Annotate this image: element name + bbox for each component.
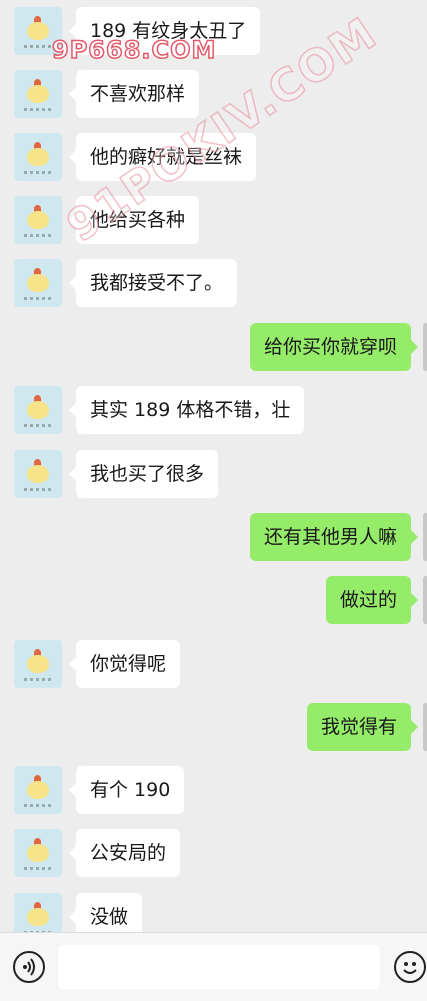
message-bubble-incoming[interactable]: 其实 189 体格不错，壮 (68, 386, 305, 434)
message-row: 还有其他男人嘛 (0, 513, 427, 561)
contact-avatar[interactable] (14, 133, 62, 181)
message-bubble-incoming[interactable]: 有个 190 (68, 766, 185, 814)
message-bubble-incoming[interactable]: 我都接受不了。 (68, 259, 238, 307)
contact-avatar[interactable] (14, 829, 62, 877)
self-avatar-edge (423, 513, 427, 561)
message-row: 我也买了很多 (0, 450, 427, 498)
message-bubble-outgoing[interactable]: 做过的 (325, 576, 419, 624)
message-row: 有个 190 (0, 766, 427, 814)
contact-avatar[interactable] (14, 70, 62, 118)
message-bubble-incoming[interactable]: 你觉得呢 (68, 640, 181, 688)
voice-icon[interactable] (13, 951, 45, 983)
self-avatar-edge (423, 576, 427, 624)
message-bubble-incoming[interactable]: 我也买了很多 (68, 450, 219, 498)
message-row: 我都接受不了。 (0, 259, 427, 307)
message-bubble-incoming[interactable]: 公安局的 (68, 829, 181, 877)
self-avatar-edge (423, 703, 427, 751)
message-bubble-outgoing[interactable]: 还有其他男人嘛 (249, 513, 419, 561)
self-avatar-edge (423, 323, 427, 371)
input-toolbar (0, 932, 427, 1001)
message-row: 我觉得有 (0, 703, 427, 751)
contact-avatar[interactable] (14, 766, 62, 814)
contact-avatar[interactable] (14, 386, 62, 434)
message-input[interactable] (58, 945, 380, 989)
message-row: 公安局的 (0, 829, 427, 877)
message-row: 没做 (0, 893, 427, 932)
contact-avatar[interactable] (14, 450, 62, 498)
message-bubble-incoming[interactable]: 不喜欢那样 (68, 70, 200, 118)
message-row: 你觉得呢 (0, 640, 427, 688)
contact-avatar[interactable] (14, 640, 62, 688)
contact-avatar[interactable] (14, 259, 62, 307)
message-bubble-incoming[interactable]: 没做 (68, 893, 143, 932)
contact-avatar[interactable] (14, 893, 62, 932)
watermark-logo: 9P668.COM (51, 35, 217, 65)
chat-area: 189 有纹身太丑了 不喜欢那样 他的癖好就是丝袜 他给买各种 我都接受不了。 … (0, 0, 427, 932)
message-row: 其实 189 体格不错，壮 (0, 386, 427, 434)
contact-avatar[interactable] (14, 196, 62, 244)
message-bubble-outgoing[interactable]: 给你买你就穿呗 (249, 323, 419, 371)
message-row: 给你买你就穿呗 (0, 323, 427, 371)
emoji-icon[interactable] (394, 951, 426, 983)
message-bubble-outgoing[interactable]: 我觉得有 (306, 703, 419, 751)
message-row: 做过的 (0, 576, 427, 624)
